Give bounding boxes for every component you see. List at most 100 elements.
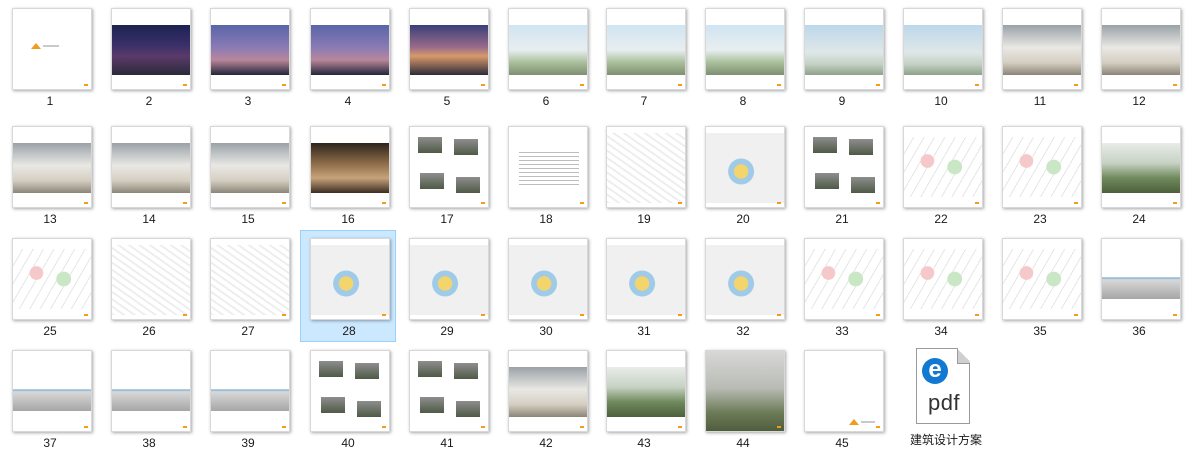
- thumbnail-label: 16: [341, 212, 355, 226]
- thumbnail-label: 6: [542, 94, 550, 108]
- page-marker: [183, 202, 187, 204]
- site-plan: [607, 245, 685, 315]
- page-thumbnail-24[interactable]: 24: [1091, 118, 1187, 230]
- page-thumbnail-1[interactable]: 1: [2, 0, 98, 112]
- thumbnail-image: [409, 8, 489, 90]
- page-thumbnail-17[interactable]: 17: [399, 118, 495, 230]
- collage-photo: [357, 401, 381, 417]
- thumbnail-image: [705, 238, 785, 320]
- thumbnail-image: [508, 8, 588, 90]
- collage-photo: [456, 177, 480, 193]
- page-thumbnail-34[interactable]: 34: [893, 230, 989, 342]
- page-thumbnail-8[interactable]: 8: [695, 0, 791, 112]
- page-thumbnail-23[interactable]: 23: [992, 118, 1088, 230]
- thumbnail-label: 42: [539, 436, 553, 450]
- page-marker: [876, 84, 880, 86]
- page-thumbnail-12[interactable]: 12: [1091, 0, 1187, 112]
- page-marker: [580, 426, 584, 428]
- section-drawing: [13, 371, 91, 411]
- page-thumbnail-16[interactable]: 16: [300, 118, 396, 230]
- page-thumbnail-13[interactable]: 13: [2, 118, 98, 230]
- page-thumbnail-3[interactable]: 3: [200, 0, 296, 112]
- page-thumbnail-9[interactable]: 9: [794, 0, 890, 112]
- page-thumbnail-32[interactable]: 32: [695, 230, 791, 342]
- thumbnail-image: [409, 238, 489, 320]
- thumbnail-image: [12, 238, 92, 320]
- rendering-image: [706, 25, 784, 75]
- section-drawing: [211, 371, 289, 411]
- page-thumbnail-22[interactable]: 22: [893, 118, 989, 230]
- thumbnail-label: 24: [1132, 212, 1146, 226]
- page-thumbnail-29[interactable]: 29: [399, 230, 495, 342]
- page-thumbnail-42[interactable]: 42: [498, 342, 594, 454]
- page-thumbnail-11[interactable]: 11: [992, 0, 1088, 112]
- section-drawing: [1102, 259, 1180, 299]
- thumbnail-label: 21: [835, 212, 849, 226]
- pdf-file-name: 建筑设计方案: [909, 433, 982, 447]
- page-thumbnail-38[interactable]: 38: [101, 342, 197, 454]
- thumbnail-label: 35: [1033, 324, 1047, 338]
- thumbnail-label: 33: [835, 324, 849, 338]
- thumbnail-label: 32: [736, 324, 750, 338]
- page-thumbnail-26[interactable]: 26: [101, 230, 197, 342]
- thumbnail-label: 34: [934, 324, 948, 338]
- page-thumbnail-2[interactable]: 2: [101, 0, 197, 112]
- thumbnail-label: 20: [736, 212, 750, 226]
- rendering-image: [904, 25, 982, 75]
- page-thumbnail-36[interactable]: 36: [1091, 230, 1187, 342]
- page-marker: [678, 314, 682, 316]
- page-marker: [777, 314, 781, 316]
- thumbnail-label: 11: [1033, 94, 1047, 108]
- collage-photo: [456, 401, 480, 417]
- page-marker: [975, 84, 979, 86]
- brand-logo-icon: [849, 419, 859, 425]
- rendering-image: [311, 25, 389, 75]
- diagram-image: [904, 137, 982, 197]
- page-thumbnail-10[interactable]: 10: [893, 0, 989, 112]
- page-marker: [975, 202, 979, 204]
- thumbnail-image: [1002, 238, 1082, 320]
- page-thumbnail-19[interactable]: 19: [596, 118, 692, 230]
- page-thumbnail-30[interactable]: 30: [498, 230, 594, 342]
- site-plan: [607, 133, 685, 203]
- page-thumbnail-15[interactable]: 15: [200, 118, 296, 230]
- thumbnail-image: [508, 238, 588, 320]
- thumbnail-label: 37: [43, 436, 57, 450]
- page-thumbnail-33[interactable]: 33: [794, 230, 890, 342]
- thumbnail-image: [804, 8, 884, 90]
- page-thumbnail-40[interactable]: 40: [300, 342, 396, 454]
- thumbnail-label: 22: [934, 212, 948, 226]
- page-thumbnail-5[interactable]: 5: [399, 0, 495, 112]
- page-thumbnail-45[interactable]: 45: [794, 342, 890, 454]
- thumbnail-label: 28: [342, 324, 356, 338]
- page-thumbnail-7[interactable]: 7: [596, 0, 692, 112]
- page-thumbnail-37[interactable]: 37: [2, 342, 98, 454]
- page-thumbnail-6[interactable]: 6: [498, 0, 594, 112]
- page-thumbnail-41[interactable]: 41: [399, 342, 495, 454]
- page-thumbnail-31[interactable]: 31: [596, 230, 692, 342]
- thumbnail-image: [310, 350, 390, 432]
- page-thumbnail-27[interactable]: 27: [200, 230, 296, 342]
- thumbnail-image: [111, 350, 191, 432]
- brand-text-mark: [861, 421, 875, 423]
- thumbnail-image: [310, 8, 390, 90]
- page-thumbnail-35[interactable]: 35: [992, 230, 1088, 342]
- thumbnail-label: 38: [142, 436, 156, 450]
- brand-logo-icon: [31, 43, 41, 49]
- page-thumbnail-4[interactable]: 4: [300, 0, 396, 112]
- page-thumbnail-43[interactable]: 43: [596, 342, 692, 454]
- page-thumbnail-18[interactable]: 18: [498, 118, 594, 230]
- rendering-image: [509, 25, 587, 75]
- section-drawing: [112, 371, 190, 411]
- page-thumbnail-20[interactable]: 20: [695, 118, 791, 230]
- thumbnail-label: 36: [1132, 324, 1146, 338]
- page-thumbnail-21[interactable]: 21: [794, 118, 890, 230]
- page-thumbnail-44[interactable]: 44: [695, 342, 791, 454]
- page-thumbnail-14[interactable]: 14: [101, 118, 197, 230]
- page-thumbnail-39[interactable]: 39: [200, 342, 296, 454]
- page-thumbnail-25[interactable]: 25: [2, 230, 98, 342]
- page-thumbnail-28[interactable]: 28: [300, 230, 396, 342]
- rendering-image: [607, 25, 685, 75]
- collage-photo: [418, 137, 442, 153]
- brand-text-mark: [43, 45, 59, 47]
